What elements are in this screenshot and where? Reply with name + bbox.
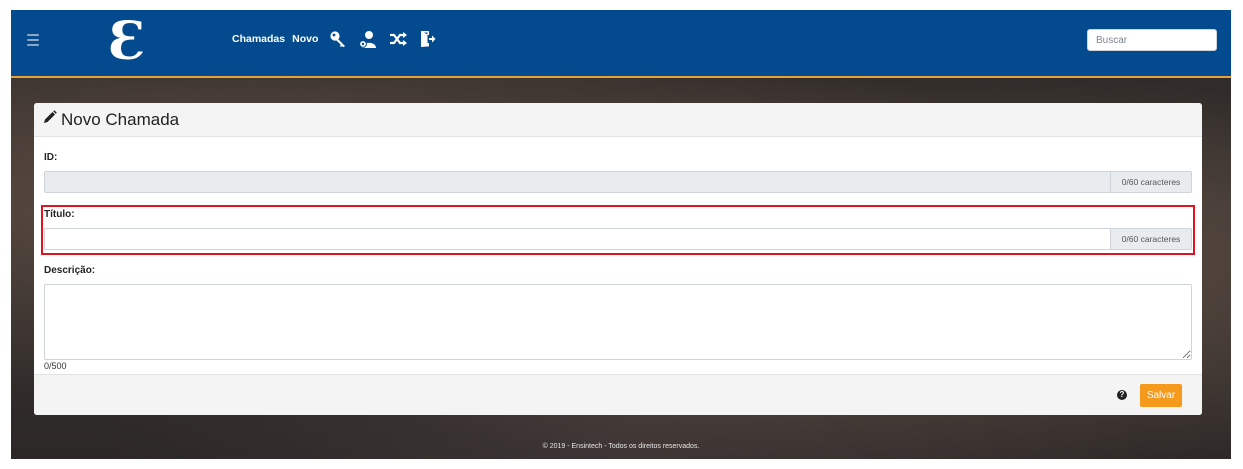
titulo-label: Título: <box>44 209 75 220</box>
nav-links: Chamadas Novo <box>232 28 438 50</box>
user-settings-icon[interactable] <box>358 29 378 49</box>
card-footer: ? Salvar <box>34 374 1202 415</box>
id-label: ID: <box>44 152 58 163</box>
titulo-field[interactable] <box>44 228 1110 250</box>
save-button[interactable]: Salvar <box>1140 384 1182 407</box>
titulo-input-group: 0/60 caracteres <box>44 228 1192 250</box>
search-input[interactable] <box>1087 29 1217 51</box>
pencil-icon <box>43 110 57 129</box>
id-char-counter: 0/60 caracteres <box>1110 171 1192 193</box>
id-input-group: 0/60 caracteres <box>44 171 1192 193</box>
brand-logo[interactable]: Ɛ <box>107 12 147 72</box>
top-navbar: Ɛ Chamadas Novo <box>11 10 1231 78</box>
logout-icon[interactable] <box>418 29 438 49</box>
copyright-footer: © 2019 - Ensintech - Todos os direitos r… <box>542 443 700 450</box>
titulo-char-counter: 0/60 caracteres <box>1110 228 1192 250</box>
card-header: Novo Chamada <box>34 103 1202 137</box>
hamburger-menu-icon[interactable] <box>27 34 39 46</box>
nav-link-novo[interactable]: Novo <box>292 33 318 45</box>
descricao-char-counter: 0/500 <box>44 361 67 371</box>
descricao-textarea[interactable] <box>44 284 1192 360</box>
descricao-label: Descrição: <box>44 265 96 276</box>
form-body: ID: 0/60 caracteres Título: 0/60 caracte… <box>34 152 1202 371</box>
id-field <box>44 171 1110 193</box>
nav-link-chamadas[interactable]: Chamadas <box>232 33 285 45</box>
new-ticket-card: Novo Chamada ID: 0/60 caracteres Título:… <box>34 103 1202 415</box>
shuffle-icon[interactable] <box>388 29 408 49</box>
page-title: Novo Chamada <box>61 109 180 129</box>
page-frame: Ɛ Chamadas Novo Buscar Novo Chamada ID: … <box>11 10 1231 459</box>
key-icon[interactable] <box>328 29 348 49</box>
help-icon[interactable]: ? <box>1117 390 1127 400</box>
